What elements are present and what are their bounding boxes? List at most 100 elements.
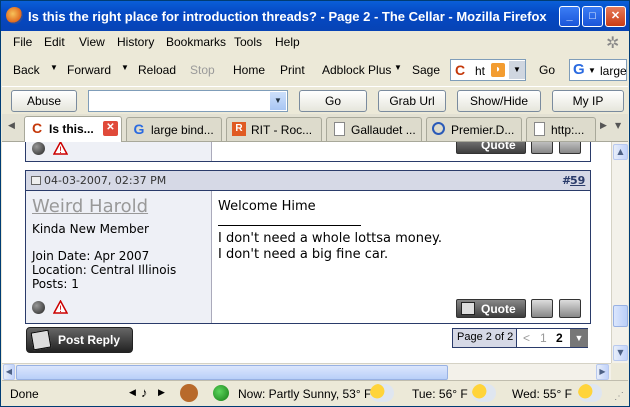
edit-post-icon[interactable] [559,299,581,318]
music-note-icon[interactable]: ♪ [141,385,148,400]
post-reply-button[interactable]: Post Reply [26,327,133,353]
media-next-icon[interactable]: ▶ [158,387,165,398]
toolbar-go-button[interactable]: Go [299,90,367,112]
post-date: 04-03-2007, 02:37 PM [44,174,167,187]
cellar-favicon-icon: C [31,120,43,136]
all-tabs-dropdown-icon[interactable]: ▼ [615,121,621,130]
weather-wednesday[interactable]: Wed: 55° F [512,387,572,401]
menu-view[interactable]: View [79,35,105,49]
weather-tuesday[interactable]: Tue: 56° F [412,387,468,401]
sage-button[interactable]: Sage [412,63,440,77]
scroll-tabs-left-icon[interactable]: ◀ [8,121,15,131]
maximize-button[interactable]: □ [582,6,603,27]
scroll-tabs-right-icon[interactable]: ▶ [600,121,607,131]
close-tab-icon[interactable]: ✕ [103,121,118,136]
scroll-thumb[interactable] [613,305,628,327]
tab-cellar[interactable]: C Is this... ✕ [24,116,122,142]
close-window-button[interactable]: ✕ [605,6,626,27]
stop-button[interactable]: Stop [190,63,215,77]
media-prev-icon[interactable]: ◀ [129,387,136,398]
select-dropdown-icon[interactable]: ▼ [270,92,286,110]
menu-bookmarks[interactable]: Bookmarks [166,35,226,49]
my-ip-button[interactable]: My IP [552,90,624,112]
adblock-button[interactable]: Adblock Plus [322,63,391,77]
throbber-icon: ✲ [606,35,620,52]
minimize-button[interactable]: _ [559,6,580,27]
google-icon[interactable]: G [573,61,585,78]
toolbar-select[interactable]: ▼ [88,90,288,112]
menu-help[interactable]: Help [275,35,300,49]
weather-now[interactable]: Now: Partly Sunny, 53° F [238,387,371,401]
quote-button[interactable]: Quote [456,299,526,318]
scroll-up-icon[interactable]: ▲ [613,144,628,160]
scroll-left-icon[interactable]: ◀ [3,364,15,380]
search-engine-dropdown-icon[interactable]: ▼ [588,66,596,75]
user-info-panel: Weird Harold Kinda New Member Join Date:… [26,191,212,323]
firefox-icon [6,7,23,24]
post-count: Posts: 1 [32,277,79,291]
username-link[interactable]: Weird Harold [32,196,148,217]
menu-edit[interactable]: Edit [44,35,65,49]
browser-window: Is this the right place for introduction… [0,0,630,407]
forward-button[interactable]: Forward [67,63,111,77]
scroll-down-icon[interactable]: ▼ [613,345,628,361]
tab-rit[interactable]: R RIT - Roc... [226,117,322,141]
current-page: 2 [556,331,563,345]
tab-premier[interactable]: Premier.D... [426,117,522,141]
quote-button[interactable]: Quote [456,142,526,154]
home-button[interactable]: Home [233,63,265,77]
horizontal-scrollbar[interactable]: ◀ ▶ [2,363,611,380]
reload-button[interactable]: Reload [138,63,176,77]
horizontal-scroll-thumb[interactable] [16,365,448,380]
search-input[interactable]: large [600,64,627,78]
print-button[interactable]: Print [280,63,305,77]
offline-status-icon [32,142,45,155]
green-status-icon[interactable] [213,385,229,401]
svg-text:!: ! [59,305,63,314]
back-button[interactable]: Back [13,63,40,77]
tab-label: Premier.D... [451,123,515,137]
page-label: Page 2 of 2 [453,329,517,347]
join-date: Join Date: Apr 2007 [32,249,150,263]
url-dropdown-icon[interactable]: ▼ [509,61,525,79]
resize-grip-icon[interactable]: ⋰ [614,391,624,402]
multi-quote-icon[interactable] [531,142,553,154]
tab-google[interactable]: G large bind... [126,117,222,141]
monkey-icon[interactable] [180,384,198,402]
grab-url-button[interactable]: Grab Url [378,90,446,112]
navigation-toolbar: Back ▼ Forward ▼ Reload Stop Home Print … [2,55,628,86]
post-icon [31,176,41,185]
menu-file[interactable]: File [13,35,32,49]
post-number-link[interactable]: 59 [570,174,585,187]
prev-page-link[interactable]: < [523,331,530,345]
post-body: Welcome Hime I don't need a whole lottsa… [212,191,590,323]
go-button[interactable]: Go [539,63,555,77]
abuse-button[interactable]: Abuse [11,90,77,112]
tab-gallaudet[interactable]: Gallaudet ... [326,117,422,141]
show-hide-button[interactable]: Show/Hide (F8) [457,90,541,128]
report-post-icon[interactable]: ! [53,142,68,155]
post-message: Welcome Hime [218,199,316,214]
page-1-link[interactable]: 1 [540,331,547,345]
edit-post-icon[interactable] [559,142,581,154]
menu-history[interactable]: History [117,35,154,49]
url-input[interactable]: ht [475,64,485,78]
tab-http[interactable]: http:... [526,117,596,141]
status-bar: Done ◀ ♪ ▶ Now: Partly Sunny, 53° F Tue:… [2,380,628,406]
url-bar[interactable]: C ht ◗ ▼ [450,59,526,81]
page-menu-dropdown-icon[interactable]: ▼ [570,329,588,347]
scroll-right-icon[interactable]: ▶ [596,364,609,380]
search-box[interactable]: G ▼ large [569,59,627,81]
adblock-dropdown-icon[interactable]: ▼ [394,63,402,72]
menu-tools[interactable]: Tools [234,35,262,49]
custom-toolbar: Abuse ▼ Go Grab Url Show/Hide (F8) My IP [2,86,628,128]
report-post-icon[interactable]: ! [53,300,68,314]
site-favicon-icon: C [455,62,466,78]
vertical-scrollbar[interactable]: ▲ ▼ [611,142,628,363]
forward-dropdown-icon[interactable]: ▼ [121,63,129,72]
back-dropdown-icon[interactable]: ▼ [50,63,58,72]
rit-favicon-icon: R [232,122,246,136]
multi-quote-icon[interactable] [531,299,553,318]
menu-bar: File Edit View History Bookmarks Tools H… [2,31,628,53]
rss-icon[interactable]: ◗ [491,63,505,77]
